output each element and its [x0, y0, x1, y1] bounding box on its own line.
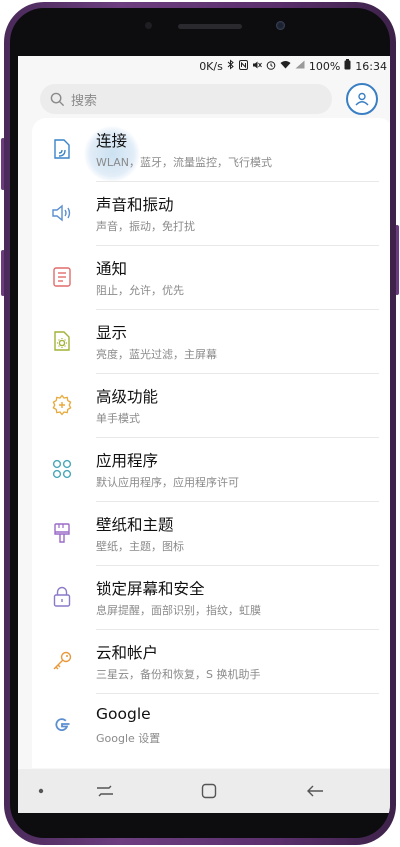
profile-icon [355, 92, 369, 106]
signal-icon [295, 60, 305, 72]
home-square-icon [201, 783, 217, 799]
back-arrow-icon [307, 785, 323, 797]
settings-item-sound[interactable]: 声音和振动 声音，振动，免打扰 [32, 182, 390, 246]
settings-item-subtitle: 默认应用程序，应用程序许可 [96, 476, 239, 489]
settings-item-title: 声音和振动 [96, 196, 174, 214]
key-icon [53, 651, 72, 670]
nfc-icon [238, 59, 248, 73]
settings-item-lock-screen-security[interactable]: 锁定屏幕和安全 息屏提醒，面部识别，指纹，虹膜 [32, 566, 390, 630]
settings-item-title: 显示 [96, 324, 128, 342]
settings-list: 连接 WLAN，蓝牙，流量监控，飞行模式 声音和振动 声音，振动，免打扰 通知 … [32, 118, 390, 768]
apps-grid-icon [52, 459, 72, 479]
speaker-icon [52, 204, 71, 222]
settings-item-display[interactable]: 显示 亮度，蓝光过滤，主屏幕 [32, 310, 390, 374]
search-row: 搜索 [18, 80, 390, 120]
settings-item-title: 壁纸和主题 [96, 516, 174, 534]
status-bar: 0K/s 100% 16:34 [18, 56, 390, 76]
settings-item-subtitle: WLAN，蓝牙，流量监控，飞行模式 [96, 156, 273, 169]
clock: 16:34 [355, 59, 387, 73]
battery-percent: 100% [308, 59, 341, 73]
notification-icon [53, 267, 71, 287]
phone-bezel: 0K/s 100% 16:34 搜索 连接 WLAN，蓝牙，流量监控，飞行模式 … [10, 8, 390, 838]
settings-item-subtitle: 亮度，蓝光过滤，主屏幕 [96, 348, 217, 361]
settings-item-google[interactable]: Google Google 设置 [32, 694, 390, 758]
network-speed: 0K/s [199, 59, 223, 73]
settings-item-subtitle: 阻止，允许，优先 [96, 284, 184, 297]
nav-dot-button[interactable] [26, 777, 56, 805]
profile-button[interactable] [346, 83, 378, 115]
settings-item-connections[interactable]: 连接 WLAN，蓝牙，流量监控，飞行模式 [32, 118, 390, 182]
wifi-icon [280, 60, 291, 72]
settings-item-cloud-accounts[interactable]: 云和帐户 三星云，备份和恢复，S 换机助手 [32, 630, 390, 694]
gear-plus-icon [52, 394, 72, 416]
settings-item-title: 连接 [96, 132, 128, 150]
settings-item-title: 通知 [96, 260, 128, 278]
settings-item-title: Google [96, 705, 151, 723]
settings-item-wallpapers-themes[interactable]: 壁纸和主题 壁纸，主题，图标 [32, 502, 390, 566]
mute-icon [252, 60, 262, 73]
settings-item-subtitle: 壁纸，主题，图标 [96, 540, 184, 553]
settings-item-notifications[interactable]: 通知 阻止，允许，优先 [32, 246, 390, 310]
proximity-sensor [145, 22, 152, 29]
search-icon [50, 92, 65, 106]
search-placeholder: 搜索 [71, 93, 98, 109]
earpiece [178, 24, 242, 29]
dot-icon [38, 788, 44, 794]
phone-device: 0K/s 100% 16:34 搜索 连接 WLAN，蓝牙，流量监控，飞行模式 … [0, 0, 400, 847]
search-input[interactable]: 搜索 [40, 84, 332, 114]
settings-item-title: 应用程序 [96, 452, 159, 470]
settings-item-title: 高级功能 [96, 388, 159, 406]
paintbrush-icon [54, 523, 70, 543]
home-button[interactable] [194, 777, 224, 805]
settings-item-advanced-features[interactable]: 高级功能 单手模式 [32, 374, 390, 438]
settings-item-subtitle: 单手模式 [96, 412, 140, 425]
settings-item-title: 锁定屏幕和安全 [96, 580, 205, 598]
display-icon [54, 331, 70, 351]
settings-item-subtitle: Google 设置 [96, 732, 161, 745]
google-icon [55, 718, 70, 731]
front-camera [276, 21, 285, 30]
bluetooth-icon [227, 59, 235, 73]
settings-item-apps[interactable]: 应用程序 默认应用程序，应用程序许可 [32, 438, 390, 502]
settings-item-title: 云和帐户 [96, 644, 159, 662]
connections-icon [54, 139, 70, 159]
alarm-icon [266, 60, 276, 73]
settings-item-subtitle: 息屏提醒，面部识别，指纹，虹膜 [96, 604, 261, 617]
settings-item-subtitle: 声音，振动，免打扰 [96, 220, 195, 233]
settings-item-subtitle: 三星云，备份和恢复，S 换机助手 [96, 668, 261, 681]
settings-screen: 0K/s 100% 16:34 搜索 连接 WLAN，蓝牙，流量监控，飞行模式 … [18, 56, 390, 813]
back-button[interactable] [300, 777, 330, 805]
navigation-bar [18, 769, 390, 813]
battery-icon [344, 59, 351, 73]
lock-icon [53, 586, 71, 607]
recent-apps-button[interactable] [90, 777, 120, 805]
recent-apps-icon [97, 785, 113, 797]
